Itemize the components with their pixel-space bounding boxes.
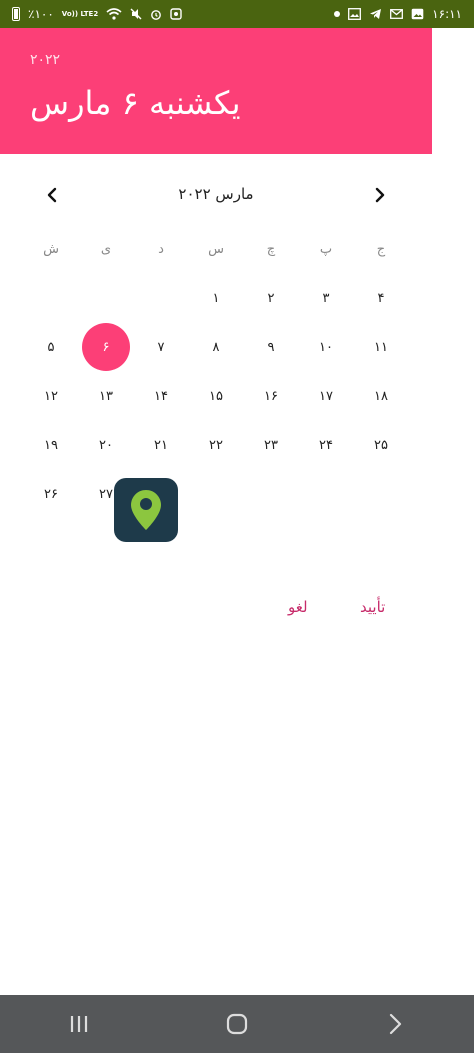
cancel-button[interactable]: لغو [288, 598, 308, 616]
status-bar: ٪۱۰۰ Vo)) LTE2 ۱۶:۱۱ [0, 0, 474, 28]
wifi-icon [106, 8, 122, 20]
calendar-day[interactable]: ۱۵ [189, 372, 243, 420]
gallery-icon [348, 8, 362, 20]
location-pin-icon [131, 490, 161, 530]
telegram-icon [369, 8, 382, 20]
weekday-label: ج [376, 242, 386, 257]
calendar-day[interactable]: ۹ [244, 323, 298, 371]
dot-icon [334, 11, 341, 17]
recents-button[interactable] [59, 1004, 99, 1044]
weekday-label: چ [266, 242, 276, 257]
year-label[interactable]: ۲۰۲۲ [30, 52, 60, 68]
back-button[interactable] [375, 1004, 415, 1044]
date-picker-header: ۲۰۲۲ یکشنبه ۶ مارس [0, 28, 432, 154]
calendar-day[interactable]: ۱۶ [244, 372, 298, 420]
weekday-label: ش [43, 242, 59, 257]
status-right: ۱۶:۱۱ [334, 7, 462, 21]
system-nav-bar [0, 995, 474, 1053]
mute-icon [130, 8, 142, 20]
calendar-day[interactable]: ۱۸ [354, 372, 408, 420]
status-left: ٪۱۰۰ Vo)) LTE2 [12, 7, 182, 21]
calendar-day[interactable]: ۲ [244, 274, 298, 322]
calendar-day[interactable]: ۱۲ [24, 372, 78, 420]
calendar-day[interactable]: ۷ [134, 323, 188, 371]
selected-day-label: ۶ [82, 323, 130, 371]
calendar-day[interactable]: ۱۷ [299, 372, 353, 420]
redacted-area [186, 480, 358, 542]
recents-icon [70, 1016, 88, 1032]
calendar-day[interactable]: ۱۳ [79, 372, 133, 420]
home-button[interactable] [217, 1004, 257, 1044]
map-pin-app-icon[interactable] [114, 478, 178, 542]
calendar-day[interactable]: ۲۶ [24, 470, 78, 518]
calendar-day[interactable]: ۱ [189, 274, 243, 322]
calendar-day[interactable]: ۳ [299, 274, 353, 322]
calendar-day[interactable]: ۲۲ [189, 421, 243, 469]
calendar-day[interactable]: ۱۰ [299, 323, 353, 371]
weekday-header: شیدسچپج [24, 242, 408, 266]
calendar-day[interactable]: ۴ [354, 274, 408, 322]
weekday-label: ی [100, 242, 112, 257]
calendar-day[interactable]: ۱۱ [354, 323, 408, 371]
alarm-icon [150, 8, 162, 20]
mail-icon [390, 9, 404, 19]
volte-icon: Vo)) LTE2 [61, 10, 99, 18]
weekday-label: س [208, 242, 224, 257]
calendar-day[interactable]: ۱۹ [24, 421, 78, 469]
back-icon [389, 1013, 402, 1035]
chevron-right-icon [375, 187, 385, 203]
calendar-day[interactable]: ۸ [189, 323, 243, 371]
home-icon [226, 1013, 248, 1035]
selected-day[interactable]: ۶ [79, 323, 133, 371]
selected-date-title: یکشنبه ۶ مارس [30, 84, 241, 122]
image-icon [411, 8, 424, 20]
battery-icon [12, 7, 20, 21]
calendar-day[interactable]: ۲۰ [79, 421, 133, 469]
confirm-button[interactable]: تأیید [360, 598, 385, 616]
calendar-day[interactable]: ۲۵ [354, 421, 408, 469]
weekday-label: پ [319, 242, 333, 257]
month-navigation: مارس ۲۰۲۲ [0, 175, 432, 215]
clock: ۱۶:۱۱ [432, 7, 462, 21]
screenshot-icon [170, 8, 182, 20]
battery-level: ٪۱۰۰ [28, 7, 54, 21]
calendar-day[interactable]: ۵ [24, 323, 78, 371]
next-month-button[interactable] [368, 183, 392, 207]
calendar-day[interactable]: ۲۴ [299, 421, 353, 469]
calendar-day[interactable]: ۲۳ [244, 421, 298, 469]
calendar-day[interactable]: ۱۴ [134, 372, 188, 420]
calendar-day[interactable]: ۲۱ [134, 421, 188, 469]
weekday-label: د [158, 242, 164, 257]
